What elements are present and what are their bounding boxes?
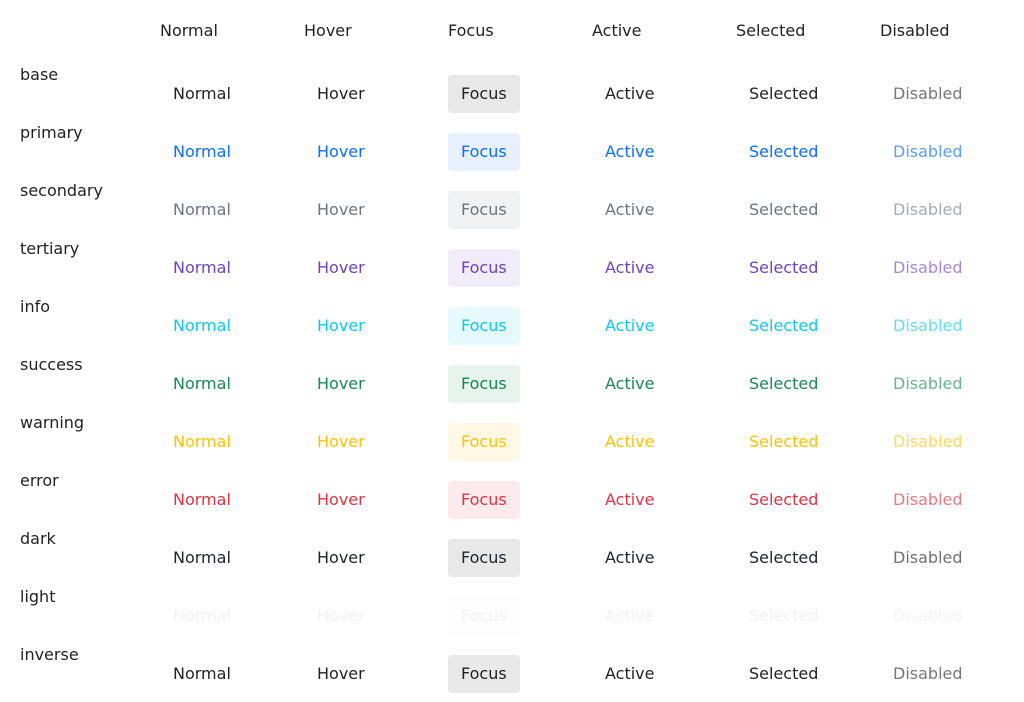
info-active-button[interactable]: Active (592, 307, 668, 345)
column-header-normal: Normal (160, 21, 218, 40)
tertiary-focus-button[interactable]: Focus (448, 249, 520, 287)
variant-row-inverse: inverse Normal Hover Focus Active Selected Dis… (0, 644, 1024, 702)
error-active-button[interactable]: Active (592, 481, 668, 519)
column-header-row: Normal Hover Focus Active Selected Disabled (0, 20, 1024, 44)
variant-row-info: info Normal Hover Focus Active Selected Disabl… (0, 296, 1024, 354)
inverse-active-button[interactable]: Active (592, 655, 668, 693)
variant-row-light: light Normal Hover Focus Active Selected Disab… (0, 586, 1024, 644)
warning-hover-button[interactable]: Hover (304, 423, 378, 461)
warning-selected-button[interactable]: Selected (736, 423, 831, 461)
variant-row-warning: warning Normal Hover Focus Active Selected Dis… (0, 412, 1024, 470)
secondary-normal-button[interactable]: Normal (160, 191, 244, 229)
success-selected-button[interactable]: Selected (736, 365, 831, 403)
variant-label-tertiary: tertiary (20, 239, 80, 258)
error-normal-button[interactable]: Normal (160, 481, 244, 519)
variant-label-warning: warning (20, 413, 85, 432)
dark-active-button[interactable]: Active (592, 539, 668, 577)
tertiary-hover-button[interactable]: Hover (304, 249, 378, 287)
variant-label-info: info (20, 297, 51, 316)
info-disabled-button: Disabled (893, 316, 963, 335)
error-focus-button[interactable]: Focus (448, 481, 520, 519)
error-hover-button[interactable]: Hover (304, 481, 378, 519)
variant-row-success: success Normal Hover Focus Active Selected Dis… (0, 354, 1024, 412)
base-active-button[interactable]: Active (592, 75, 668, 113)
column-header-selected: Selected (736, 21, 806, 40)
dark-normal-button[interactable]: Normal (160, 539, 244, 577)
light-disabled-button: Disabled (893, 606, 963, 625)
tertiary-disabled-button: Disabled (893, 258, 963, 277)
info-hover-button[interactable]: Hover (304, 307, 378, 345)
light-hover-button[interactable]: Hover (304, 597, 378, 635)
warning-focus-button[interactable]: Focus (448, 423, 520, 461)
dark-selected-button[interactable]: Selected (736, 539, 831, 577)
light-selected-button[interactable]: Selected (736, 597, 831, 635)
variant-row-error: error Normal Hover Focus Active Selected Disab… (0, 470, 1024, 528)
warning-normal-button[interactable]: Normal (160, 423, 244, 461)
success-hover-button[interactable]: Hover (304, 365, 378, 403)
column-header-active: Active (592, 21, 642, 40)
variant-row-secondary: secondary Normal Hover Focus Active Selected D… (0, 180, 1024, 238)
column-header-hover: Hover (304, 21, 352, 40)
info-focus-button[interactable]: Focus (448, 307, 520, 345)
dark-disabled-button: Disabled (893, 548, 963, 567)
variant-label-inverse: inverse (20, 645, 79, 664)
secondary-active-button[interactable]: Active (592, 191, 668, 229)
primary-disabled-button: Disabled (893, 142, 963, 161)
error-selected-button[interactable]: Selected (736, 481, 831, 519)
info-normal-button[interactable]: Normal (160, 307, 244, 345)
secondary-disabled-button: Disabled (893, 200, 963, 219)
base-hover-button[interactable]: Hover (304, 75, 378, 113)
column-header-disabled: Disabled (880, 21, 950, 40)
tertiary-selected-button[interactable]: Selected (736, 249, 831, 287)
primary-selected-button[interactable]: Selected (736, 133, 831, 171)
variant-label-base: base (20, 65, 59, 84)
light-active-button[interactable]: Active (592, 597, 668, 635)
error-disabled-button: Disabled (893, 490, 963, 509)
dark-focus-button[interactable]: Focus (448, 539, 520, 577)
secondary-selected-button[interactable]: Selected (736, 191, 831, 229)
warning-active-button[interactable]: Active (592, 423, 668, 461)
variant-label-success: success (20, 355, 83, 374)
primary-focus-button[interactable]: Focus (448, 133, 520, 171)
base-normal-button[interactable]: Normal (160, 75, 244, 113)
success-active-button[interactable]: Active (592, 365, 668, 403)
success-disabled-button: Disabled (893, 374, 963, 393)
variant-label-primary: primary (20, 123, 83, 142)
variant-label-light: light (20, 587, 56, 606)
variant-label-secondary: secondary (20, 181, 103, 200)
secondary-focus-button[interactable]: Focus (448, 191, 520, 229)
inverse-hover-button[interactable]: Hover (304, 655, 378, 693)
secondary-hover-button[interactable]: Hover (304, 191, 378, 229)
inverse-normal-button[interactable]: Normal (160, 655, 244, 693)
variant-row-base: base Normal Hover Focus Active Selected Disabl… (0, 64, 1024, 122)
success-focus-button[interactable]: Focus (448, 365, 520, 403)
light-focus-button[interactable]: Focus (448, 597, 520, 635)
variant-row-primary: primary Normal Hover Focus Active Selected Dis… (0, 122, 1024, 180)
info-selected-button[interactable]: Selected (736, 307, 831, 345)
success-normal-button[interactable]: Normal (160, 365, 244, 403)
light-normal-button[interactable]: Normal (160, 597, 244, 635)
base-focus-button[interactable]: Focus (448, 75, 520, 113)
inverse-focus-button[interactable]: Focus (448, 655, 520, 693)
inverse-selected-button[interactable]: Selected (736, 655, 831, 693)
variant-row-dark: dark Normal Hover Focus Active Selected Disabl… (0, 528, 1024, 586)
inverse-disabled-button: Disabled (893, 664, 963, 683)
primary-normal-button[interactable]: Normal (160, 133, 244, 171)
tertiary-normal-button[interactable]: Normal (160, 249, 244, 287)
primary-hover-button[interactable]: Hover (304, 133, 378, 171)
variant-label-error: error (20, 471, 59, 490)
tertiary-active-button[interactable]: Active (592, 249, 668, 287)
warning-disabled-button: Disabled (893, 432, 963, 451)
dark-hover-button[interactable]: Hover (304, 539, 378, 577)
variant-label-dark: dark (20, 529, 56, 548)
variant-row-tertiary: tertiary Normal Hover Focus Active Selected Di… (0, 238, 1024, 296)
base-selected-button[interactable]: Selected (736, 75, 831, 113)
primary-active-button[interactable]: Active (592, 133, 668, 171)
base-disabled-button: Disabled (893, 84, 963, 103)
column-header-focus: Focus (448, 21, 494, 40)
